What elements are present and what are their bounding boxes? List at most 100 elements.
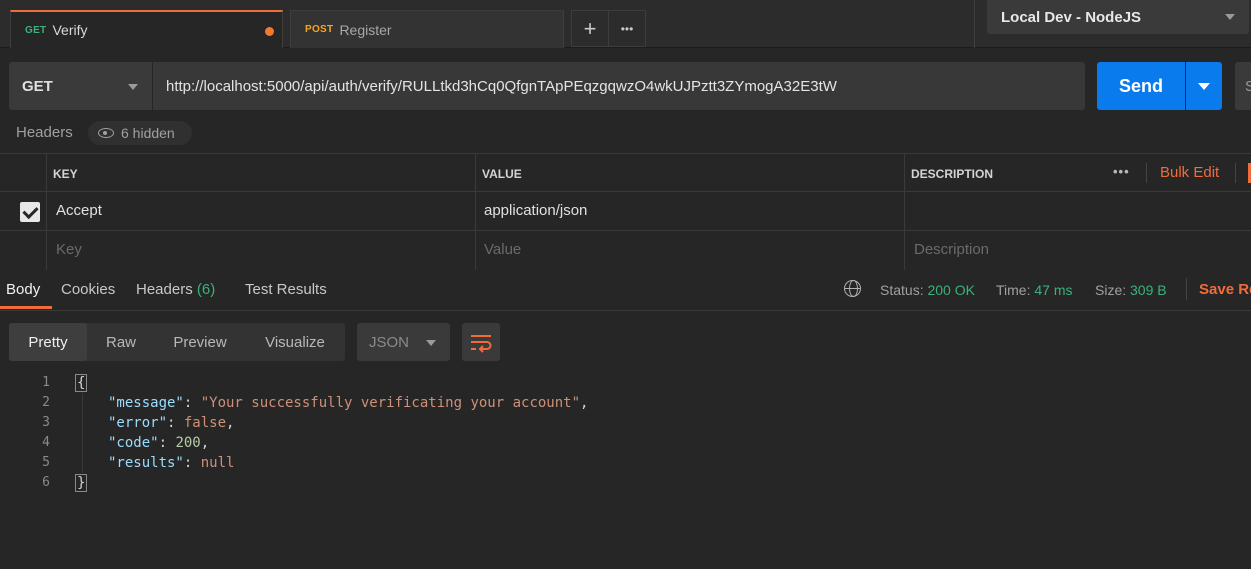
json-key: "code"	[108, 435, 159, 451]
tab-test-results[interactable]: Test Results	[245, 281, 327, 298]
save-button[interactable]: S	[1235, 62, 1251, 110]
time-label-text: Time:	[996, 282, 1031, 298]
tab-options-button[interactable]: •••	[608, 10, 646, 47]
send-options-button[interactable]	[1186, 62, 1222, 110]
code-text: "results": null	[108, 455, 235, 471]
code-text: }	[75, 473, 88, 493]
divider	[974, 0, 975, 48]
method-select[interactable]: GET	[9, 62, 152, 110]
json-value: null	[200, 455, 235, 471]
checkbox[interactable]	[20, 202, 40, 222]
table-header-row: KEY VALUE DESCRIPTION ••• Bulk Edit	[0, 154, 1251, 192]
send-button[interactable]: Send	[1097, 62, 1185, 110]
code-line: 4 "code": 200,	[0, 433, 700, 453]
line-number: 5	[42, 455, 50, 470]
active-tab-indicator	[0, 306, 52, 309]
divider	[1186, 278, 1187, 300]
divider	[475, 154, 476, 270]
tab-label: Verify	[52, 22, 88, 38]
status-label: Status: 200 OK	[880, 282, 975, 298]
response-tabs: Body Cookies Headers (6) Test Results St…	[0, 269, 1251, 311]
view-pretty[interactable]: Pretty	[9, 323, 87, 361]
wrap-lines-button[interactable]	[462, 323, 500, 361]
code-line: 1 {	[0, 373, 700, 393]
json-value: false	[183, 415, 227, 431]
json-key: "message"	[108, 395, 184, 411]
key-input[interactable]: Key	[56, 241, 82, 258]
json-value: "Your successfully verificating your acc…	[200, 395, 581, 411]
headers-count: (6)	[196, 281, 216, 298]
view-mode-group: Pretty Raw Preview Visualize	[9, 323, 345, 361]
wrap-icon	[471, 335, 492, 353]
tab-register[interactable]: POST Register	[290, 10, 564, 48]
column-key: KEY	[53, 167, 78, 181]
divider	[1146, 163, 1147, 183]
tab-headers-label: Headers	[136, 281, 193, 298]
save-response-button[interactable]: Save Re	[1199, 281, 1251, 298]
code-text: "error": false,	[108, 415, 235, 431]
header-key[interactable]: Accept	[56, 202, 102, 219]
size-value: 309 B	[1130, 282, 1167, 298]
line-number: 3	[42, 415, 50, 430]
column-value: VALUE	[482, 167, 522, 181]
environment-label: Local Dev - NodeJS	[1001, 8, 1142, 26]
format-select[interactable]: JSON	[357, 323, 450, 361]
column-description: DESCRIPTION	[911, 167, 994, 181]
response-body[interactable]: 1 { 2 "message": "Your successfully veri…	[0, 373, 700, 493]
code-line: 3 "error": false,	[0, 413, 700, 433]
size-label: Size: 309 B	[1095, 282, 1167, 298]
code-line: 6 }	[0, 473, 700, 493]
status-label-text: Status:	[880, 282, 924, 298]
hidden-count: 6 hidden	[121, 125, 175, 141]
environment-select[interactable]: Local Dev - NodeJS	[987, 0, 1249, 34]
line-number: 1	[42, 375, 50, 390]
globe-icon[interactable]	[844, 280, 861, 297]
code-line: 5 "results": null	[0, 453, 700, 473]
tab-verify[interactable]: GET Verify	[10, 10, 283, 48]
code-line: 2 "message": "Your successfully verifica…	[0, 393, 700, 413]
divider	[46, 154, 47, 270]
code-text: "code": 200,	[108, 435, 210, 451]
method-label: GET	[22, 77, 53, 95]
headers-title: Headers	[16, 124, 73, 141]
tab-headers[interactable]: Headers (6)	[136, 281, 215, 298]
header-value[interactable]: application/json	[484, 202, 587, 219]
view-raw[interactable]: Raw	[87, 323, 155, 361]
description-input[interactable]: Description	[914, 241, 989, 258]
code-text: {	[75, 373, 88, 393]
open-brace: {	[75, 374, 88, 392]
tab-cookies[interactable]: Cookies	[61, 281, 115, 298]
view-visualize[interactable]: Visualize	[245, 323, 345, 361]
time-value: 47 ms	[1034, 282, 1073, 298]
more-icon[interactable]: •••	[1113, 164, 1130, 179]
headers-table: KEY VALUE DESCRIPTION ••• Bulk Edit Acce…	[0, 153, 1251, 270]
view-preview[interactable]: Preview	[155, 323, 245, 361]
line-number: 4	[42, 435, 50, 450]
save-label: S	[1245, 77, 1251, 95]
json-key: "error"	[108, 415, 168, 431]
plus-icon: +	[583, 15, 597, 41]
json-key: "results"	[108, 455, 184, 471]
bulk-edit-link[interactable]: Bulk Edit	[1160, 164, 1219, 181]
code-text: "message": "Your successfully verificati…	[108, 395, 589, 411]
chevron-down-icon	[1225, 14, 1235, 20]
divider	[904, 154, 905, 270]
chevron-down-icon	[426, 340, 436, 346]
hidden-headers-toggle[interactable]: 6 hidden	[88, 121, 192, 145]
tab-label: Register	[339, 21, 392, 38]
close-brace: }	[75, 474, 88, 492]
table-row-empty: Key Value Description	[0, 231, 1251, 270]
divider	[1235, 163, 1236, 183]
url-text: http://localhost:5000/api/auth/verify/RU…	[166, 77, 837, 95]
json-value: 200	[175, 435, 201, 451]
chevron-down-icon	[128, 84, 138, 90]
new-tab-button[interactable]: +	[571, 10, 609, 47]
tab-method-post: POST	[305, 24, 334, 35]
more-icon: •••	[620, 21, 634, 36]
tab-body[interactable]: Body	[6, 281, 40, 298]
format-label: JSON	[369, 333, 410, 351]
value-input[interactable]: Value	[484, 241, 521, 258]
url-input[interactable]: http://localhost:5000/api/auth/verify/RU…	[153, 62, 1085, 110]
line-number: 2	[42, 395, 50, 410]
line-number: 6	[42, 475, 50, 490]
